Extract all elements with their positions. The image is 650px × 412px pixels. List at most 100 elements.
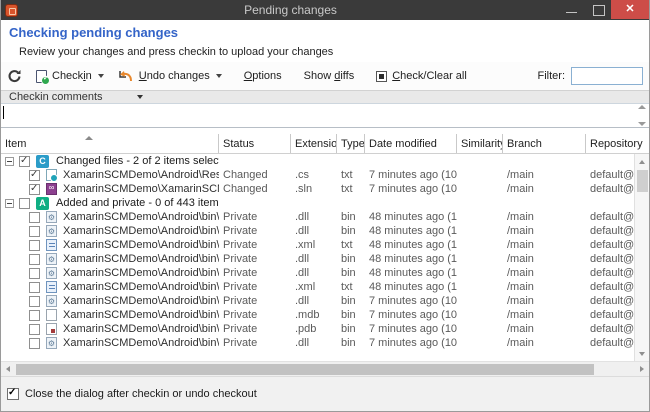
group-label: Changed files - 2 of 2 items selected — [56, 155, 219, 167]
date-modified-cell: 48 minutes ago (10/2... — [365, 253, 457, 265]
row-checkbox[interactable] — [29, 324, 40, 335]
branch-cell: /main — [503, 169, 586, 181]
row-checkbox[interactable] — [29, 212, 40, 223]
options-label: Options — [244, 70, 282, 82]
extension-cell: .pdb — [291, 323, 337, 335]
collapse-expander-icon[interactable] — [5, 199, 14, 208]
branch-cell: /main — [503, 309, 586, 321]
column-header-similarity[interactable]: Similarity — [457, 134, 503, 153]
type-cell: bin — [337, 295, 365, 307]
horizontal-scroll-thumb[interactable] — [16, 364, 594, 375]
row-checkbox[interactable] — [29, 338, 40, 349]
comment-input[interactable] — [1, 104, 649, 128]
checkin-comments-bar[interactable]: Checkin comments — [1, 90, 649, 104]
file-row[interactable]: XamarinSCMDemo\Android\bin\Debug...Priva… — [1, 294, 649, 308]
file-row[interactable]: XamarinSCMDemo\Android\bin\Debug...Priva… — [1, 322, 649, 336]
group-row[interactable]: AAdded and private - 0 of 443 items sele… — [1, 196, 649, 210]
status-cell: Private — [219, 225, 291, 237]
column-header-extension[interactable]: Extension — [291, 134, 337, 153]
show-diffs-button[interactable]: Show diffs — [304, 70, 355, 82]
close-icon[interactable] — [611, 0, 649, 19]
xml-file-icon — [46, 239, 57, 251]
date-modified-cell: 48 minutes ago (10/2... — [365, 225, 457, 237]
status-cell: Private — [219, 239, 291, 251]
type-cell: txt — [337, 169, 365, 181]
row-checkbox[interactable] — [29, 296, 40, 307]
undo-changes-button[interactable]: Undo changes — [104, 69, 222, 83]
item-path: XamarinSCMDemo\Android\bin\Debug... — [63, 295, 219, 307]
row-checkbox[interactable] — [19, 198, 30, 209]
row-checkbox[interactable] — [29, 310, 40, 321]
table-body: CChanged files - 2 of 2 items selectedXa… — [1, 154, 649, 350]
dll-file-icon — [46, 337, 57, 349]
file-row[interactable]: XamarinSCMDemo\Android\Resources\...Chan… — [1, 168, 649, 182]
file-row[interactable]: XamarinSCMDemo\Android\bin\Debug...Priva… — [1, 266, 649, 280]
column-header-type[interactable]: Type — [337, 134, 365, 153]
checkin-label: Checkin — [52, 70, 92, 82]
vertical-scrollbar[interactable] — [634, 154, 649, 361]
row-checkbox[interactable] — [29, 240, 40, 251]
column-header-repository[interactable]: Repository — [586, 134, 649, 153]
file-row[interactable]: XamarinSCMDemo\Android\bin\Debug...Priva… — [1, 308, 649, 322]
scroll-down-icon[interactable] — [638, 122, 646, 126]
refresh-button[interactable] — [7, 69, 22, 84]
horizontal-scrollbar[interactable] — [1, 361, 649, 376]
file-row[interactable]: XamarinSCMDemo\Android\bin\Debug...Priva… — [1, 238, 649, 252]
item-path: XamarinSCMDemo\Android\bin\Debug... — [63, 337, 219, 349]
row-checkbox[interactable] — [19, 156, 30, 167]
filter-input[interactable] — [571, 67, 643, 85]
checkin-button[interactable]: Checkin — [36, 70, 104, 83]
item-path: XamarinSCMDemo\Android\Resources\... — [63, 169, 219, 181]
options-button[interactable]: Options — [244, 70, 282, 82]
green-check-icon — [41, 76, 50, 85]
show-diffs-label: Show diffs — [304, 70, 355, 82]
row-checkbox[interactable] — [29, 170, 40, 181]
scroll-up-icon[interactable] — [635, 154, 649, 169]
date-modified-cell: 48 minutes ago (10/2... — [365, 267, 457, 279]
row-checkbox[interactable] — [29, 268, 40, 279]
refresh-icon — [7, 69, 22, 84]
file-row[interactable]: XamarinSCMDemo\Android\bin\Debug...Priva… — [1, 210, 649, 224]
file-row[interactable]: XamarinSCMDemo\XamarinSCMDemo.s...Change… — [1, 182, 649, 196]
column-header-label: Date modified — [369, 138, 437, 150]
check-clear-all-button[interactable]: Check/Clear all — [354, 70, 467, 82]
scroll-left-icon[interactable] — [1, 362, 16, 376]
file-row[interactable]: XamarinSCMDemo\Android\bin\Debug...Priva… — [1, 252, 649, 266]
branch-cell: /main — [503, 211, 586, 223]
cs-file-icon — [46, 169, 57, 181]
column-header-item[interactable]: Item — [1, 134, 219, 153]
file-row[interactable]: XamarinSCMDemo\Android\bin\Debug...Priva… — [1, 224, 649, 238]
branch-cell: /main — [503, 295, 586, 307]
close-dialog-checkbox[interactable] — [7, 388, 19, 400]
file-row[interactable]: XamarinSCMDemo\Android\bin\Debug...Priva… — [1, 336, 649, 350]
minimize-icon[interactable] — [559, 0, 585, 19]
branch-cell: /main — [503, 337, 586, 349]
scroll-right-icon[interactable] — [634, 362, 649, 376]
collapse-expander-icon[interactable] — [5, 157, 14, 166]
date-modified-cell: 48 minutes ago (10/2... — [365, 239, 457, 251]
vertical-scroll-thumb[interactable] — [637, 170, 648, 192]
column-header-date-modified[interactable]: Date modified — [365, 134, 457, 153]
date-modified-cell: 7 minutes ago (10/24... — [365, 295, 457, 307]
row-checkbox[interactable] — [29, 184, 40, 195]
row-checkbox[interactable] — [29, 282, 40, 293]
sln-file-icon — [46, 183, 57, 195]
column-header-status[interactable]: Status — [219, 134, 291, 153]
group-row[interactable]: CChanged files - 2 of 2 items selected — [1, 154, 649, 168]
extension-cell: .sln — [291, 183, 337, 195]
undo-dropdown-icon[interactable] — [216, 74, 222, 78]
row-checkbox[interactable] — [29, 226, 40, 237]
branch-cell: /main — [503, 323, 586, 335]
scroll-up-icon[interactable] — [638, 105, 646, 109]
branch-cell: /main — [503, 253, 586, 265]
comment-scrollbar[interactable] — [636, 105, 647, 126]
maximize-icon[interactable] — [585, 0, 611, 19]
column-header-label: Type — [341, 138, 365, 150]
date-modified-cell: 7 minutes ago (10/24... — [365, 169, 457, 181]
file-row[interactable]: XamarinSCMDemo\Android\bin\Debug...Priva… — [1, 280, 649, 294]
scroll-down-icon[interactable] — [635, 346, 649, 361]
comments-dropdown-icon[interactable] — [137, 95, 143, 99]
column-header-branch[interactable]: Branch — [503, 134, 586, 153]
plastic-scm-app-icon — [5, 4, 18, 17]
row-checkbox[interactable] — [29, 254, 40, 265]
